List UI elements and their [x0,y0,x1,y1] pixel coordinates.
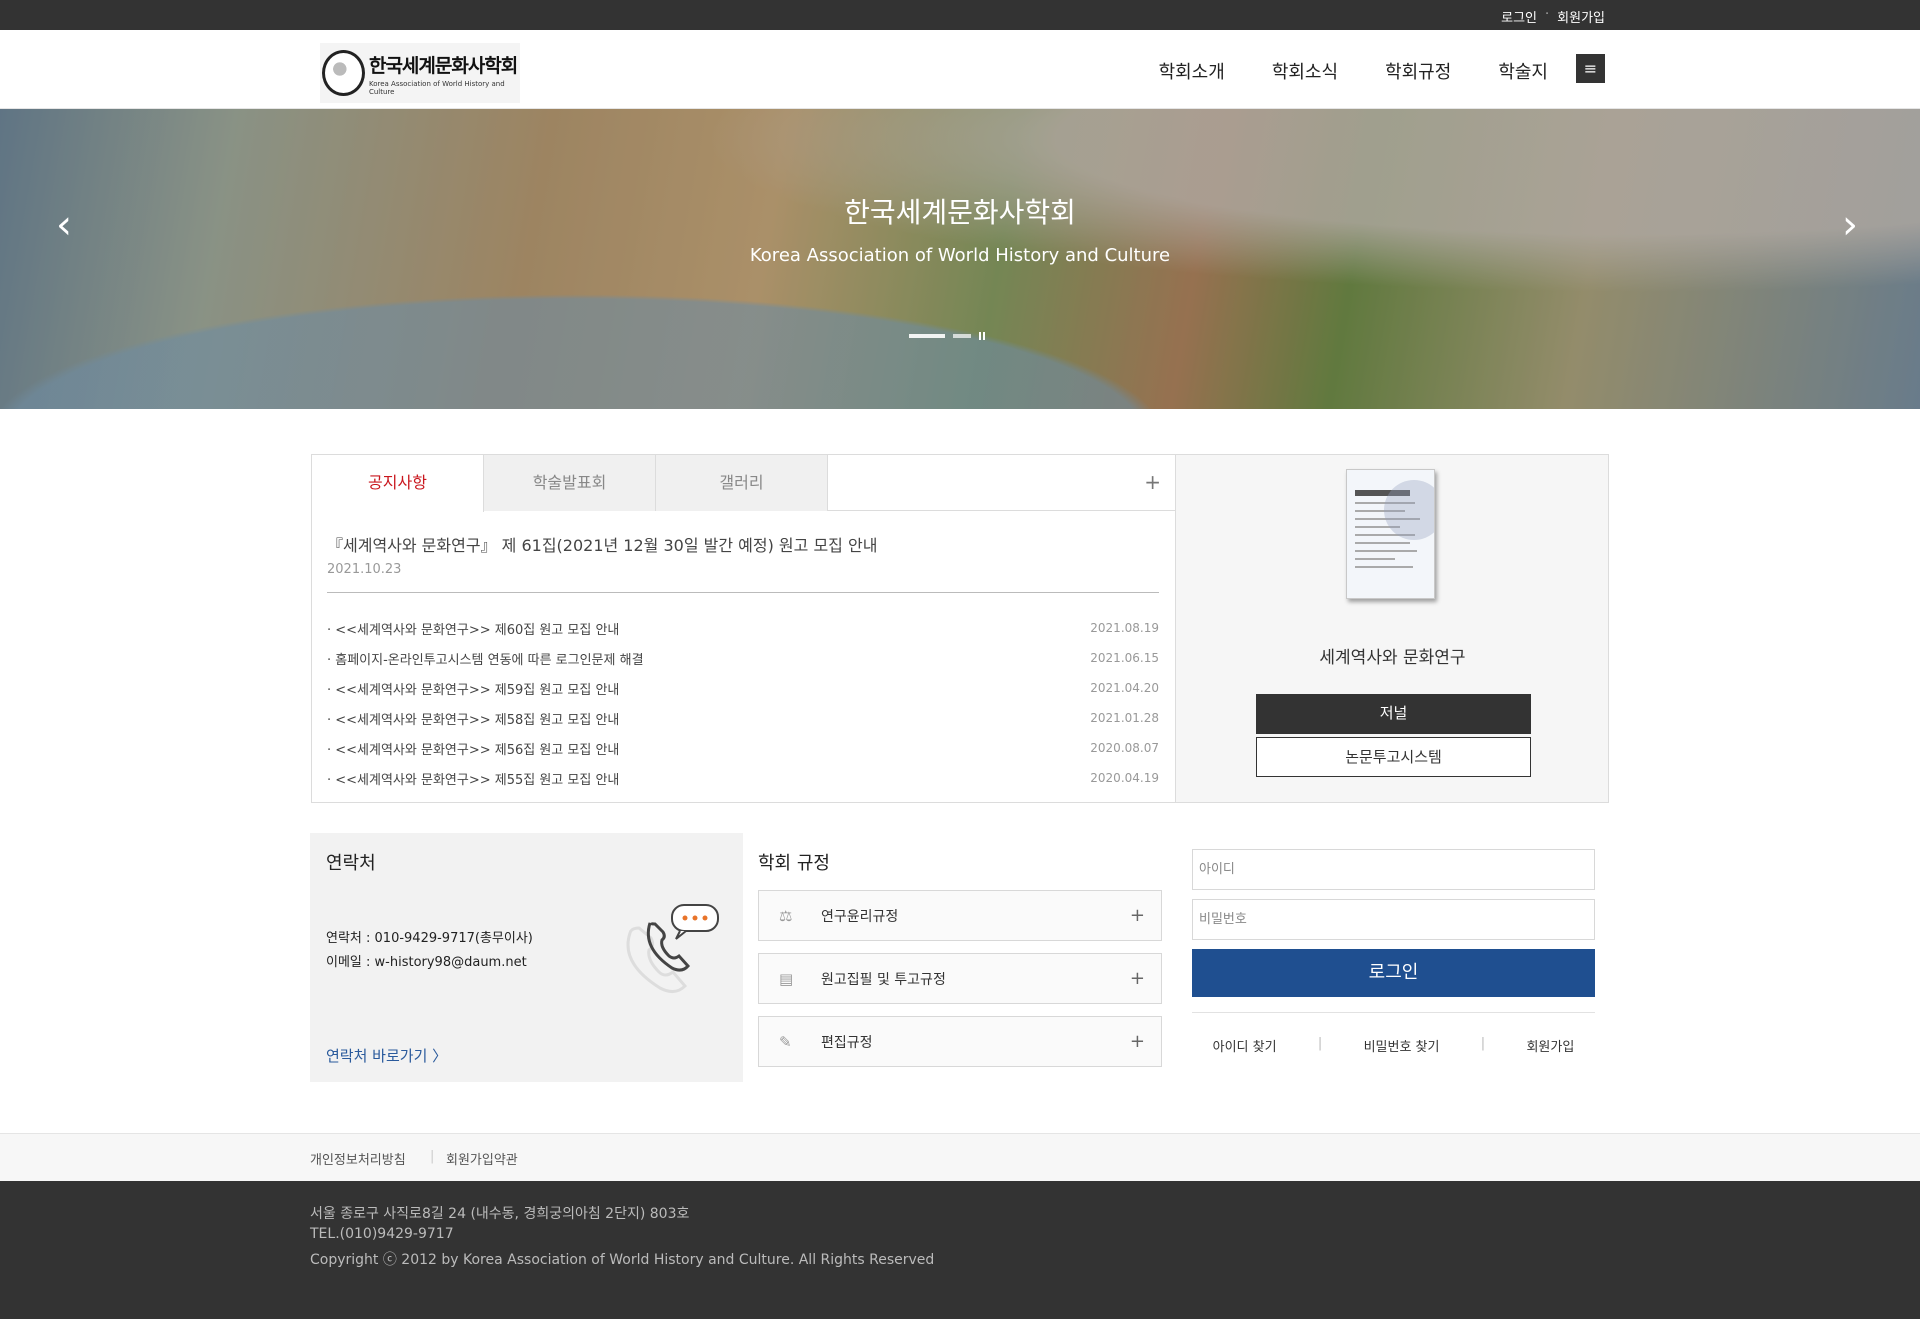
hero-subtitle: Korea Association of World History and C… [749,245,1171,266]
find-id-link[interactable]: 아이디 찾기 [1213,1036,1277,1055]
slider-dots [909,332,985,340]
tab-notice[interactable]: 공지사항 [312,455,484,512]
logo-subtitle: Korea Association of World History and C… [368,79,505,96]
journal-panel: 세계역사와 문화연구 저널 논문투고시스템 [1176,454,1609,803]
hamburger-menu-icon[interactable]: ≡ [1576,54,1605,83]
more-plus-icon[interactable]: + [1144,470,1161,494]
list-item[interactable]: · 홈페이지-온라인투고시스템 연동에 따른 로그인문제 해결 2021.06.1… [327,643,1159,673]
list-item-date: 2020.08.07 [1090,741,1159,755]
contact-email: 이메일 : w-history98@daum.net [326,955,527,970]
list-item-date: 2021.01.28 [1090,711,1159,725]
list-item[interactable]: · <<세계역사와 문화연구>> 제59집 원고 모집 안내 2021.04.20 [327,673,1159,703]
list-item[interactable]: · <<세계역사와 문화연구>> 제58집 원고 모집 안내 2021.01.28 [327,703,1159,733]
list-item-date: 2021.08.19 [1090,621,1159,635]
hero-title: 한국세계문화사학회 [844,196,1076,229]
find-password-link[interactable]: 비밀번호 찾기 [1364,1036,1440,1055]
tab-presentation[interactable]: 학술발표회 [484,455,656,511]
pause-icon[interactable] [979,332,985,340]
submission-system-button[interactable]: 논문투고시스템 [1256,737,1531,777]
site-header: 한국세계문화사학회 Korea Association of World His… [0,30,1920,109]
nav-rules[interactable]: 학회규정 [1385,58,1451,84]
plus-icon: + [1129,905,1145,926]
login-button[interactable]: 로그인 [1192,949,1595,997]
footer-tel: TEL.(010)9429-9717 [310,1226,454,1242]
nav-about[interactable]: 학회소개 [1159,58,1225,84]
slider-dot-2[interactable] [953,334,971,338]
top-links: 로그인 · 회원가입 [1501,7,1605,26]
list-item[interactable]: · <<세계역사와 문화연구>> 제55집 원고 모집 안내 2020.04.19 [327,763,1159,793]
divider [327,592,1159,593]
phone-chat-icon [626,904,719,993]
main-nav: 학회소개 학회소식 학회규정 학술지 [1159,58,1548,84]
rule-label: 연구윤리규정 [821,908,899,925]
hero-banner: 한국세계문화사학회 Korea Association of World His… [0,109,1920,409]
rule-editing[interactable]: ✎ 편집규정 + [758,1016,1162,1067]
pipe-separator: | [430,1149,435,1164]
list-item-title: · <<세계역사와 문화연구>> 제56집 원고 모집 안내 [327,742,620,758]
list-item-title: · <<세계역사와 문화연구>> 제60집 원고 모집 안내 [327,622,620,638]
login-links: 아이디 찾기 | 비밀번호 찾기 | 회원가입 [1192,1036,1595,1055]
plus-icon: + [1129,1031,1145,1052]
journal-button[interactable]: 저널 [1256,694,1531,734]
site-logo[interactable]: 한국세계문화사학회 Korea Association of World His… [320,43,520,103]
rules-heading: 학회 규정 [758,853,830,874]
logo-title: 한국세계문화사학회 [368,54,518,77]
list-item-date: 2021.06.15 [1090,651,1159,665]
notice-list: · <<세계역사와 문화연구>> 제60집 원고 모집 안내 2021.08.19… [327,613,1159,793]
rule-label: 원고집필 및 투고규정 [821,971,946,988]
tab-gallery[interactable]: 갤러리 [656,455,828,511]
top-login-link[interactable]: 로그인 [1501,7,1537,26]
featured-notice-title[interactable]: 『세계역사와 문화연구』 제 61집(2021년 12월 30일 발간 예정) … [327,532,877,556]
scale-icon: ⚖ [779,906,793,925]
footer-address: 서울 종로구 사직로8길 24 (내수동, 경희궁의아침 2단지) 803호 [310,1206,690,1222]
nav-news[interactable]: 학회소식 [1272,58,1338,84]
journal-name: 세계역사와 문화연구 [1319,648,1466,668]
contact-heading: 연락처 [326,853,376,874]
nav-journal[interactable]: 학술지 [1498,58,1548,84]
password-input[interactable] [1192,899,1595,940]
list-item-title: · <<세계역사와 문화연구>> 제55집 원고 모집 안내 [327,772,620,788]
rule-manuscript[interactable]: ▤ 원고집필 및 투고규정 + [758,953,1162,1004]
footer-copyright: Copyright ⓒ 2012 by Korea Association of… [310,1252,935,1268]
id-input[interactable] [1192,849,1595,890]
slider-dot-1[interactable] [909,334,945,338]
list-item-title: · <<세계역사와 문화연구>> 제59집 원고 모집 안내 [327,682,620,698]
pipe-separator: | [1480,1036,1486,1051]
terms-link[interactable]: 회원가입약관 [446,1149,518,1168]
site-footer: 서울 종로구 사직로8길 24 (내수동, 경희궁의아침 2단지) 803호 T… [0,1181,1920,1319]
pipe-separator: | [1317,1036,1323,1051]
contact-phone: 연락처 : 010-9429-9717(총무이사) [326,931,533,946]
contact-link[interactable]: 연락처 바로가기 〉 [326,1045,447,1066]
list-item-date: 2020.04.19 [1090,771,1159,785]
rules-panel: 학회 규정 ⚖ 연구윤리규정 + ▤ 원고집필 및 투고규정 + ✎ 편집규정 … [758,833,1162,1082]
footer-links: 개인정보처리방침 | 회원가입약관 [0,1133,1920,1181]
top-separator: · [1545,7,1550,22]
plus-icon: + [1129,968,1145,989]
privacy-policy-link[interactable]: 개인정보처리방침 [310,1149,406,1168]
top-bar: 로그인 · 회원가입 [0,0,1920,30]
notice-board: 공지사항 학술발표회 갤러리 + 『세계역사와 문화연구』 제 61집(2021… [311,454,1176,803]
signup-link[interactable]: 회원가입 [1526,1036,1574,1055]
notice-tabs: 공지사항 학술발표회 갤러리 + [312,455,1175,512]
list-item-title: · 홈페이지-온라인투고시스템 연동에 따른 로그인문제 해결 [327,652,644,668]
list-item[interactable]: · <<세계역사와 문화연구>> 제60집 원고 모집 안내 2021.08.19 [327,613,1159,643]
list-item[interactable]: · <<세계역사와 문화연구>> 제56집 원고 모집 안내 2020.08.07 [327,733,1159,763]
document-icon: ▤ [779,969,794,988]
rule-research-ethics[interactable]: ⚖ 연구윤리규정 + [758,890,1162,941]
globe-logo-icon [322,50,365,96]
list-item-date: 2021.04.20 [1090,681,1159,695]
journal-cover-image[interactable] [1346,469,1435,599]
pencil-icon: ✎ [779,1032,792,1051]
chevron-left-icon[interactable]: ‹ [56,205,72,245]
featured-notice-date: 2021.10.23 [327,562,402,577]
rule-label: 편집규정 [821,1034,873,1051]
list-item-title: · <<세계역사와 문화연구>> 제58집 원고 모집 안내 [327,712,620,728]
contact-panel: 연락처 연락처 : 010-9429-9717(총무이사) 이메일 : w-hi… [310,833,743,1082]
top-signup-link[interactable]: 회원가입 [1557,7,1605,26]
chevron-right-icon[interactable]: › [1842,205,1858,245]
divider [1192,1012,1595,1013]
